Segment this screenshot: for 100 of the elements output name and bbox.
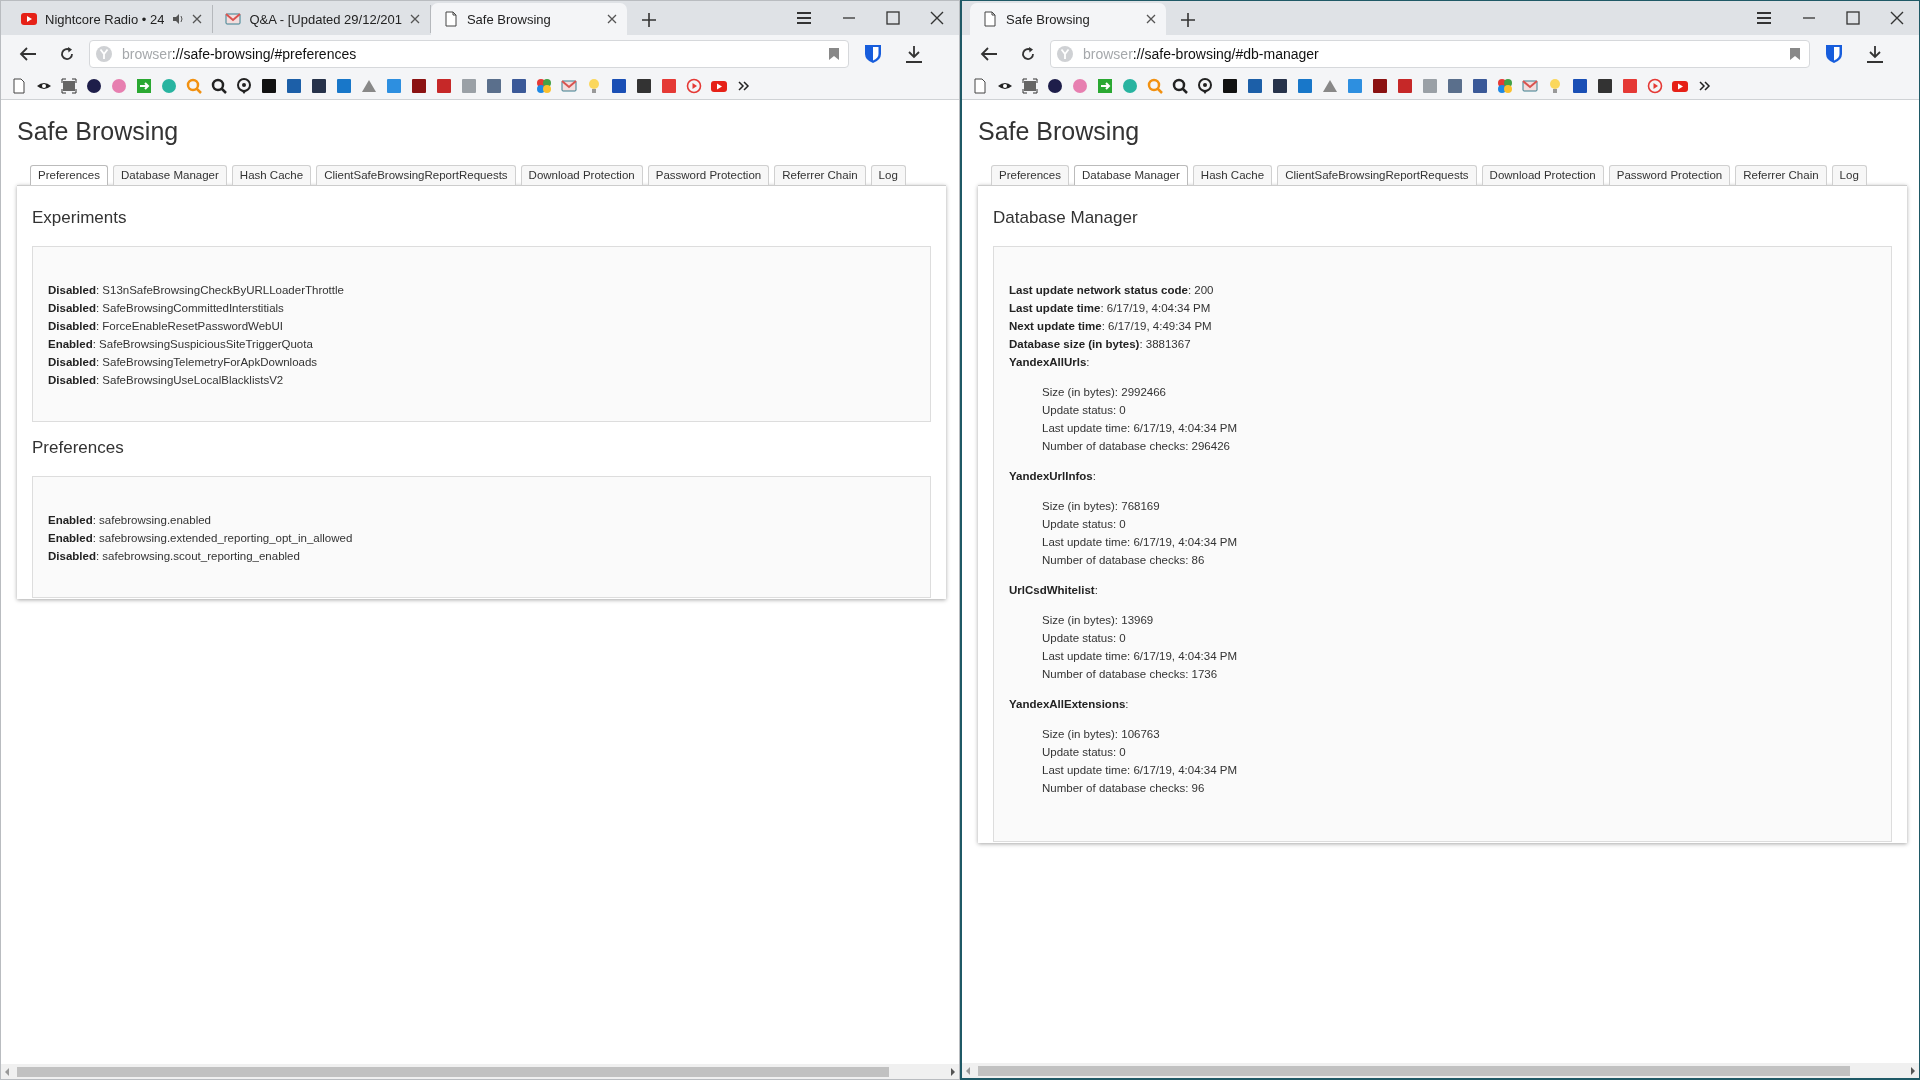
flower-icon[interactable] bbox=[536, 78, 552, 94]
triangle-icon[interactable] bbox=[361, 78, 377, 94]
info-line: Last update time: 6/17/19, 4:04:34 PM bbox=[1009, 301, 1212, 316]
tab[interactable]: Password Protection bbox=[647, 165, 770, 185]
square-icon[interactable] bbox=[611, 78, 627, 94]
browser-tab[interactable]: Safe Browsing bbox=[430, 3, 627, 35]
square-icon[interactable] bbox=[1572, 78, 1588, 94]
envelope-icon[interactable] bbox=[561, 78, 577, 94]
close-icon[interactable] bbox=[606, 14, 617, 24]
section-heading: Experiments bbox=[32, 207, 127, 229]
info-line: Enabled: safebrowsing.extended_reporting_opt_in_allowed bbox=[48, 531, 354, 546]
close-icon[interactable] bbox=[192, 14, 203, 24]
flower-icon[interactable] bbox=[1497, 78, 1513, 94]
info-line: Size (in bytes): 13969 bbox=[1042, 613, 1155, 628]
square-icon[interactable] bbox=[1372, 78, 1388, 94]
info-line: Number of database checks: 96 bbox=[1042, 781, 1206, 796]
info-line: Disabled: ForceEnableResetPasswordWebUI bbox=[48, 319, 284, 334]
tab[interactable]: Preferences bbox=[30, 165, 108, 185]
download-icon[interactable] bbox=[905, 45, 923, 63]
bulb-icon[interactable] bbox=[586, 78, 602, 94]
tab[interactable]: Download Protection bbox=[520, 165, 643, 185]
page-icon[interactable] bbox=[972, 78, 988, 94]
close-icon[interactable] bbox=[1146, 14, 1156, 24]
tab[interactable]: Hash Cache bbox=[231, 165, 312, 185]
play-icon[interactable] bbox=[686, 78, 702, 94]
tab[interactable]: Preferences bbox=[991, 165, 1069, 185]
frame-icon[interactable] bbox=[1022, 78, 1038, 94]
back-icon[interactable] bbox=[19, 46, 37, 62]
info-line: Update status: 0 bbox=[1042, 631, 1127, 646]
tab[interactable]: Password Protection bbox=[1608, 165, 1731, 185]
tab[interactable]: Database Manager bbox=[113, 165, 227, 185]
page-icon bbox=[982, 11, 998, 27]
tab[interactable]: ClientSafeBrowsingReportRequests bbox=[1277, 165, 1477, 185]
menu-icon[interactable] bbox=[1756, 11, 1772, 25]
info-line: Size (in bytes): 2992466 bbox=[1042, 385, 1168, 400]
magnifier-icon[interactable] bbox=[211, 78, 227, 94]
info-line: Update status: 0 bbox=[1042, 517, 1127, 532]
play-icon[interactable] bbox=[1647, 78, 1663, 94]
browser-tab[interactable]: Safe Browsing bbox=[970, 3, 1166, 35]
square-icon[interactable] bbox=[311, 78, 327, 94]
info-line: Disabled: SafeBrowsingUseLocalBlacklistsV2 bbox=[48, 373, 285, 388]
bookmark-icon[interactable] bbox=[828, 47, 840, 61]
address-field[interactable]: browser://safe-browsing/#db-manager bbox=[1050, 40, 1810, 68]
info-line: Disabled: S13nSafeBrowsingCheckByURLLoaderThrottle bbox=[48, 283, 345, 298]
back-icon[interactable] bbox=[980, 46, 998, 62]
envelope-icon[interactable] bbox=[1522, 78, 1538, 94]
tab[interactable]: Database Manager bbox=[1074, 165, 1188, 185]
page-title: Safe Browsing bbox=[978, 116, 1140, 147]
square-icon[interactable] bbox=[1222, 78, 1238, 94]
tab[interactable]: Hash Cache bbox=[1192, 165, 1273, 185]
square-icon[interactable] bbox=[261, 78, 277, 94]
frame-icon[interactable] bbox=[61, 78, 77, 94]
page-icon[interactable] bbox=[11, 78, 27, 94]
magnifier-icon[interactable] bbox=[1172, 78, 1188, 94]
tab[interactable]: Download Protection bbox=[1481, 165, 1604, 185]
circle-icon[interactable] bbox=[1047, 78, 1063, 94]
play-icon bbox=[21, 11, 37, 27]
plus-icon[interactable] bbox=[1180, 12, 1196, 28]
tab-title: Safe Browsing bbox=[466, 11, 552, 27]
pin-icon[interactable] bbox=[1197, 78, 1213, 94]
square-icon[interactable] bbox=[1472, 78, 1488, 94]
maximize-icon[interactable] bbox=[886, 11, 900, 25]
tab[interactable]: Referrer Chain bbox=[774, 165, 866, 185]
download-icon[interactable] bbox=[1866, 45, 1884, 63]
right-arrow-icon[interactable] bbox=[950, 1067, 956, 1076]
tab[interactable]: Log bbox=[870, 165, 906, 185]
address-field[interactable]: browser://safe-browsing/#preferences bbox=[89, 40, 849, 68]
menu-icon[interactable] bbox=[796, 11, 812, 25]
tab[interactable]: ClientSafeBrowsingReportRequests bbox=[316, 165, 516, 185]
horizontal-scrollbar[interactable] bbox=[1, 1064, 959, 1079]
tab[interactable]: Log bbox=[1831, 165, 1867, 185]
square-icon[interactable] bbox=[411, 78, 427, 94]
reload-icon[interactable] bbox=[59, 46, 75, 62]
close-icon[interactable] bbox=[409, 14, 420, 24]
maximize-icon[interactable] bbox=[1846, 11, 1860, 25]
tab[interactable]: Referrer Chain bbox=[1735, 165, 1827, 185]
close-icon[interactable] bbox=[930, 11, 944, 25]
browser-tab[interactable]: Q&A - [Updated 29/12/201 bbox=[213, 5, 431, 33]
square-icon[interactable] bbox=[511, 78, 527, 94]
reload-icon[interactable] bbox=[1020, 46, 1036, 62]
play-icon[interactable] bbox=[711, 78, 727, 94]
section-heading: Database Manager bbox=[993, 207, 1138, 229]
close-icon[interactable] bbox=[1890, 11, 1904, 25]
bookmark-icon[interactable] bbox=[1789, 47, 1801, 61]
square-icon[interactable] bbox=[1272, 78, 1288, 94]
right-arrow-icon[interactable] bbox=[1910, 1066, 1916, 1075]
circle-icon[interactable] bbox=[86, 78, 102, 94]
horizontal-scrollbar[interactable] bbox=[962, 1063, 1919, 1078]
browser-tab[interactable]: Nightcore Radio • 24 bbox=[9, 5, 214, 33]
plus-icon[interactable] bbox=[640, 12, 657, 28]
play-icon[interactable] bbox=[1672, 78, 1688, 94]
triangle-icon[interactable] bbox=[1322, 78, 1338, 94]
info-line: Update status: 0 bbox=[1042, 403, 1127, 418]
square-icon[interactable] bbox=[636, 78, 652, 94]
shield-icon[interactable] bbox=[863, 44, 883, 64]
pin-icon[interactable] bbox=[236, 78, 252, 94]
speaker-icon[interactable] bbox=[172, 13, 185, 25]
bulb-icon[interactable] bbox=[1547, 78, 1563, 94]
shield-icon[interactable] bbox=[1824, 44, 1844, 64]
square-icon[interactable] bbox=[1597, 78, 1613, 94]
